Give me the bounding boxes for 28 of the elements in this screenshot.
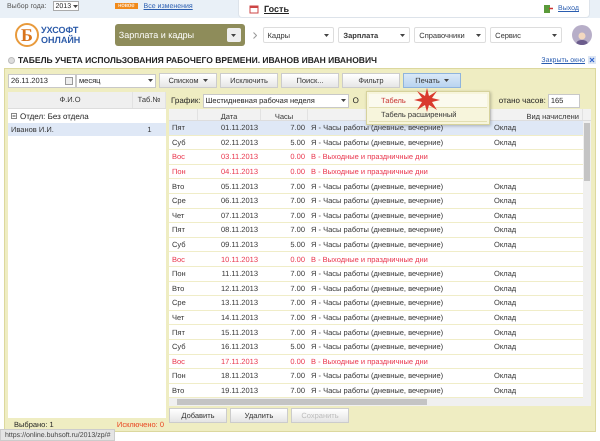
caret-icon — [400, 34, 406, 36]
caret-icon — [73, 4, 78, 8]
hours-label: отано часов: — [498, 96, 546, 105]
schedule-label: График: — [171, 96, 201, 105]
exit-icon — [544, 4, 554, 13]
horizontal-scrollbar[interactable] — [169, 398, 591, 406]
caret-icon — [340, 99, 346, 102]
caret-icon — [476, 34, 482, 36]
close-icon[interactable] — [588, 56, 596, 64]
collapse-icon[interactable] — [11, 113, 17, 119]
avatar-icon[interactable] — [572, 25, 592, 45]
caret-icon — [324, 34, 330, 36]
group-label: Отдел: Без отдела — [20, 112, 89, 120]
logo-text: ОНЛАЙН — [41, 35, 80, 45]
partial-label: О — [352, 96, 359, 105]
user-name[interactable]: Гость — [264, 4, 540, 14]
logo-mark: Б — [15, 23, 39, 47]
calendar-icon — [249, 4, 259, 14]
window-title: ТАБЕЛЬ УЧЕТА ИСПОЛЬЗОВАНИЯ РАБОЧЕГО ВРЕМЕНИ. ИВАНОВ ИВАН ИВАНОВИЧ — [18, 55, 378, 65]
starburst-icon — [414, 88, 440, 112]
calendar-icon[interactable] — [65, 76, 73, 84]
caret-icon — [148, 79, 153, 82]
caret-icon — [231, 34, 236, 36]
caret-icon — [552, 34, 558, 36]
vertical-scrollbar[interactable] — [583, 121, 591, 398]
window-icon — [8, 56, 15, 64]
logo-text: УХСОФТ — [41, 25, 78, 35]
chevron-icon — [252, 32, 257, 38]
